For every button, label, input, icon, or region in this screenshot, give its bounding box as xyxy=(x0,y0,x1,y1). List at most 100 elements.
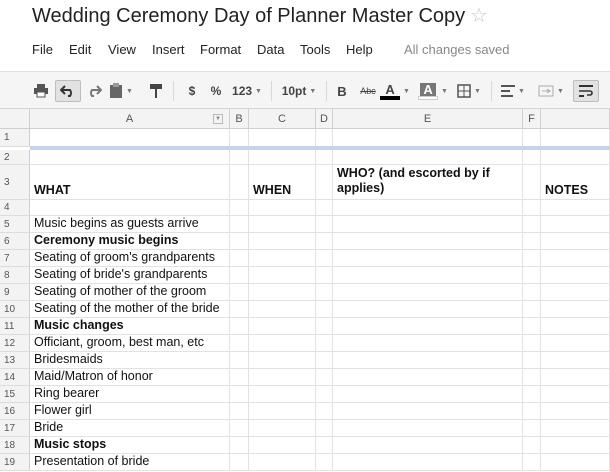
cell[interactable] xyxy=(523,335,541,352)
cell[interactable] xyxy=(541,386,610,403)
merge-cells-button[interactable]: ▼ xyxy=(535,80,567,102)
cell[interactable] xyxy=(523,250,541,267)
cell[interactable] xyxy=(333,437,523,454)
wrap-text-button[interactable] xyxy=(573,80,599,102)
cell[interactable] xyxy=(230,150,249,165)
cell[interactable]: Maid/Matron of honor xyxy=(30,369,230,386)
cell[interactable] xyxy=(230,454,249,471)
cell[interactable]: Music stops xyxy=(30,437,230,454)
row-header[interactable]: 17 xyxy=(0,420,30,437)
row-header[interactable]: 4 xyxy=(0,200,30,216)
cell[interactable] xyxy=(333,129,523,147)
cell[interactable] xyxy=(249,200,316,216)
cell[interactable]: NOTES xyxy=(541,165,610,200)
cell[interactable] xyxy=(523,454,541,471)
cell[interactable] xyxy=(333,369,523,386)
cell[interactable] xyxy=(249,386,316,403)
cell[interactable] xyxy=(249,420,316,437)
cell[interactable]: Bridesmaids xyxy=(30,352,230,369)
row-header[interactable]: 11 xyxy=(0,318,30,335)
cell[interactable] xyxy=(523,284,541,301)
cell[interactable] xyxy=(541,250,610,267)
select-all-corner[interactable] xyxy=(0,109,30,129)
cell[interactable] xyxy=(523,233,541,250)
cell[interactable] xyxy=(333,318,523,335)
strikethrough-button[interactable]: Abc xyxy=(356,80,380,102)
menu-help[interactable]: Help xyxy=(346,42,373,57)
cell[interactable] xyxy=(249,352,316,369)
cell[interactable] xyxy=(316,437,333,454)
cell[interactable] xyxy=(230,165,249,200)
cell[interactable] xyxy=(541,233,610,250)
cell[interactable] xyxy=(249,284,316,301)
cell[interactable] xyxy=(523,267,541,284)
cell[interactable] xyxy=(30,129,230,147)
cell[interactable] xyxy=(249,454,316,471)
cell[interactable] xyxy=(316,233,333,250)
paint-format-button[interactable] xyxy=(146,80,166,102)
row-header[interactable]: 8 xyxy=(0,267,30,284)
cell[interactable] xyxy=(316,216,333,233)
cell[interactable] xyxy=(316,335,333,352)
percent-format-button[interactable]: % xyxy=(207,80,225,102)
cell[interactable] xyxy=(333,233,523,250)
cell[interactable] xyxy=(523,216,541,233)
cell[interactable] xyxy=(249,437,316,454)
cell[interactable] xyxy=(523,165,541,200)
cell[interactable] xyxy=(230,335,249,352)
cell[interactable] xyxy=(333,284,523,301)
row-header[interactable]: 13 xyxy=(0,352,30,369)
cell[interactable] xyxy=(333,386,523,403)
print-button[interactable] xyxy=(30,80,52,102)
column-header-a[interactable]: A ▼ xyxy=(30,109,230,129)
cell[interactable]: Music changes xyxy=(30,318,230,335)
align-button[interactable]: ▼ xyxy=(499,80,527,102)
cell[interactable] xyxy=(333,454,523,471)
cell[interactable] xyxy=(316,165,333,200)
row-header[interactable]: 3 xyxy=(0,165,30,200)
cell[interactable] xyxy=(316,454,333,471)
cell[interactable] xyxy=(230,318,249,335)
cell[interactable] xyxy=(249,250,316,267)
cell[interactable] xyxy=(523,369,541,386)
redo-button[interactable] xyxy=(84,80,104,102)
cell[interactable] xyxy=(249,369,316,386)
menu-edit[interactable]: Edit xyxy=(69,42,91,57)
cell[interactable] xyxy=(523,420,541,437)
cell[interactable] xyxy=(249,301,316,318)
cell[interactable] xyxy=(30,200,230,216)
row-header[interactable]: 18 xyxy=(0,437,30,454)
cell[interactable] xyxy=(316,318,333,335)
cell[interactable] xyxy=(541,318,610,335)
row-header[interactable]: 10 xyxy=(0,301,30,318)
cell[interactable] xyxy=(541,150,610,165)
cell[interactable] xyxy=(249,150,316,165)
cell[interactable]: WHEN xyxy=(249,165,316,200)
menu-view[interactable]: View xyxy=(108,42,136,57)
menu-insert[interactable]: Insert xyxy=(152,42,185,57)
cell[interactable] xyxy=(249,233,316,250)
spreadsheet-grid[interactable]: A ▼ B C D E F 1 2 3 WHAT WHEN WHO? (and escorted by … xyxy=(0,109,610,472)
font-size-select[interactable]: 10pt ▼ xyxy=(278,80,320,102)
cell[interactable] xyxy=(230,437,249,454)
cell[interactable] xyxy=(316,403,333,420)
cell[interactable] xyxy=(523,352,541,369)
borders-button[interactable]: ▼ xyxy=(455,80,483,102)
cell[interactable] xyxy=(230,267,249,284)
cell[interactable]: Ceremony music begins xyxy=(30,233,230,250)
row-header[interactable]: 12 xyxy=(0,335,30,352)
cell[interactable] xyxy=(230,352,249,369)
cell[interactable] xyxy=(230,233,249,250)
cell[interactable] xyxy=(541,335,610,352)
cell[interactable] xyxy=(541,200,610,216)
cell[interactable]: Flower girl xyxy=(30,403,230,420)
cell[interactable] xyxy=(333,403,523,420)
paste-format-button[interactable]: ▼ xyxy=(108,80,134,102)
cell[interactable]: Music begins as guests arrive xyxy=(30,216,230,233)
cell[interactable] xyxy=(316,386,333,403)
column-menu-icon[interactable]: ▼ xyxy=(213,114,223,124)
cell[interactable] xyxy=(541,369,610,386)
cell[interactable] xyxy=(316,352,333,369)
cell[interactable] xyxy=(333,216,523,233)
cell[interactable] xyxy=(333,352,523,369)
